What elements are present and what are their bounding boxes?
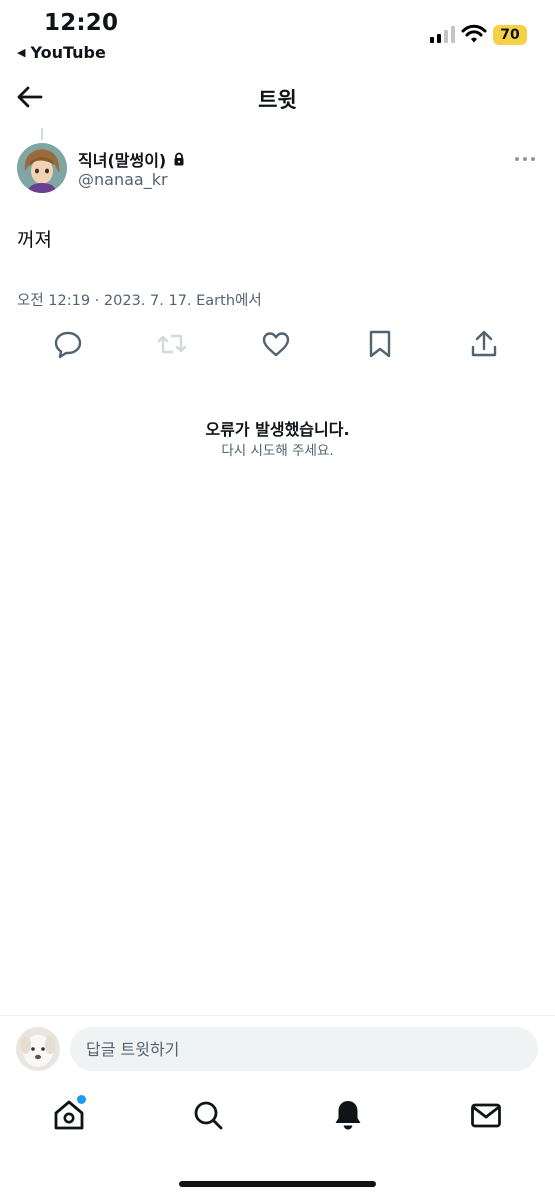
tweet-text: 꺼져	[17, 229, 52, 251]
cellular-signal-icon	[430, 26, 455, 43]
thread-line	[41, 128, 43, 140]
back-app-label: YouTube	[30, 43, 106, 62]
share-icon[interactable]	[468, 328, 500, 360]
avatar-image	[16, 1027, 60, 1071]
display-name: 직녀(말썽이)	[78, 151, 167, 170]
status-time: 12:20	[44, 10, 119, 36]
back-triangle-icon: ◀	[17, 46, 26, 59]
page-title: 트윗	[258, 88, 297, 112]
messages-icon[interactable]	[469, 1098, 503, 1132]
lock-icon	[174, 152, 184, 166]
reply-divider	[0, 1015, 555, 1016]
error-subtitle: 다시 시도해 주세요.	[221, 443, 334, 459]
home-indicator	[179, 1181, 376, 1187]
like-icon[interactable]	[260, 328, 292, 360]
tweet-timestamp: 오전 12:19 · 2023. 7. 17. Earth에서	[17, 293, 262, 309]
bookmark-icon[interactable]	[364, 328, 396, 360]
back-to-app-link[interactable]: ◀ YouTube	[17, 43, 106, 62]
retweet-icon	[157, 334, 187, 354]
more-options-icon[interactable]	[513, 150, 537, 168]
tweet-actions	[0, 328, 555, 360]
reply-icon[interactable]	[52, 328, 84, 360]
current-user-avatar[interactable]	[16, 1027, 60, 1071]
author-name-row[interactable]: 직녀(말썽이)	[78, 147, 186, 171]
user-handle: @nanaa_kr	[78, 170, 168, 189]
error-title: 오류가 발생했습니다.	[205, 420, 350, 439]
battery-indicator: 70	[493, 25, 527, 45]
home-notification-dot	[77, 1095, 86, 1104]
reply-input[interactable]	[70, 1027, 538, 1071]
wifi-icon	[461, 24, 487, 43]
avatar-image	[17, 143, 67, 193]
author-avatar[interactable]	[17, 143, 67, 193]
notifications-icon[interactable]	[331, 1098, 365, 1132]
search-icon[interactable]	[191, 1098, 225, 1132]
